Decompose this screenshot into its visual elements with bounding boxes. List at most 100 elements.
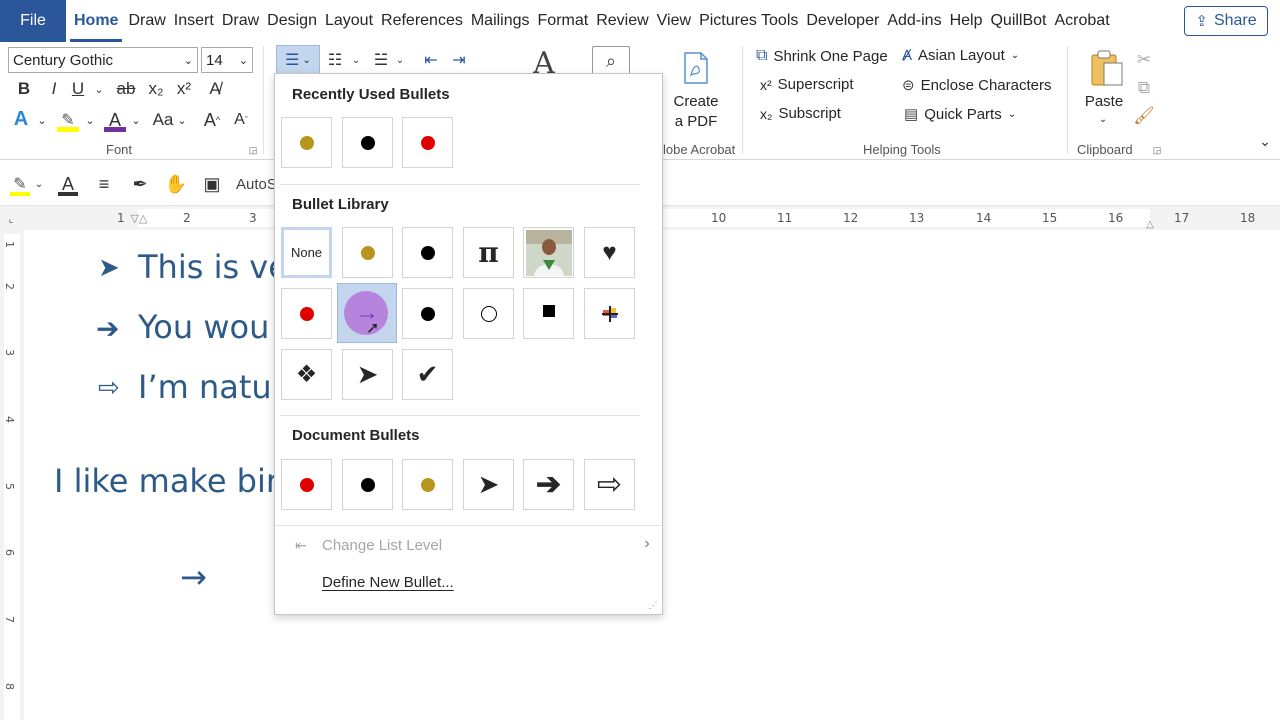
- bullet-gold-dot-option[interactable]: [342, 227, 393, 278]
- tab-design[interactable]: Design: [263, 0, 321, 42]
- bullet-diamonds-option[interactable]: ❖: [281, 349, 332, 400]
- paste-icon[interactable]: [1086, 48, 1126, 88]
- find-button[interactable]: ⌕: [592, 46, 630, 76]
- chevron-down-icon[interactable]: ⌄: [33, 176, 45, 192]
- chevron-down-icon[interactable]: ⌄: [84, 112, 96, 128]
- shrink-one-page-button[interactable]: ⧉ Shrink One Page: [756, 47, 888, 65]
- tab-quillbot[interactable]: QuillBot: [986, 0, 1050, 42]
- document-line-4[interactable]: I like make bir: [54, 462, 279, 500]
- tab-pictures-tools[interactable]: Pictures Tools: [695, 0, 802, 42]
- define-new-bullet-item[interactable]: Define New Bullet...: [322, 574, 454, 591]
- chevron-down-icon[interactable]: ⌄: [350, 52, 362, 68]
- create-pdf-label-2[interactable]: a PDF: [664, 112, 728, 130]
- pen-icon[interactable]: ✒: [128, 172, 152, 196]
- share-button[interactable]: ⇪ Share: [1184, 6, 1268, 36]
- multilevel-list-icon[interactable]: ☱: [370, 49, 392, 71]
- change-list-level-item[interactable]: Change List Level: [322, 537, 442, 554]
- text-effects-icon[interactable]: A: [10, 107, 32, 131]
- bullet-black-dot-option[interactable]: [402, 227, 453, 278]
- copy-icon[interactable]: ⧉: [1134, 78, 1154, 98]
- superscript-button[interactable]: x²: [174, 78, 194, 100]
- tab-help[interactable]: Help: [946, 0, 987, 42]
- doc-bullet-red-dot-option[interactable]: [281, 459, 332, 510]
- change-case-button[interactable]: Aa: [150, 108, 176, 132]
- create-pdf-label-1[interactable]: Create: [664, 92, 728, 110]
- tab-format[interactable]: Format: [534, 0, 593, 42]
- numbering-icon[interactable]: ☷: [324, 49, 346, 71]
- bullet-checkmark-option[interactable]: ✔: [402, 349, 453, 400]
- superscript-tool-button[interactable]: x² Superscript: [760, 76, 854, 93]
- tab-selector-icon[interactable]: ⌞: [4, 212, 18, 226]
- autosum-label[interactable]: AutoS: [236, 172, 277, 196]
- chevron-down-icon[interactable]: ⌄: [92, 80, 106, 98]
- tab-review[interactable]: Review: [592, 0, 652, 42]
- recent-bullet-option[interactable]: [342, 117, 393, 168]
- bullet-arrow-option[interactable]: → ➚: [337, 283, 397, 343]
- font-name-box[interactable]: Century Gothic ⌄: [8, 47, 198, 73]
- recent-bullet-option[interactable]: [402, 117, 453, 168]
- document-line-3[interactable]: I’m natur: [138, 368, 285, 406]
- chevron-down-icon[interactable]: ⌄: [130, 112, 142, 128]
- chevron-down-icon[interactable]: ⌄: [1096, 112, 1110, 126]
- strikethrough-button[interactable]: ab: [114, 78, 138, 100]
- indent-marker-icon[interactable]: ▽△: [131, 206, 148, 230]
- bullets-button[interactable]: ☰ ⌄: [276, 45, 320, 75]
- enclose-characters-button[interactable]: ⊜ Enclose Characters: [902, 76, 1051, 95]
- picture-icon[interactable]: ▣: [200, 172, 224, 196]
- recent-bullet-option[interactable]: [281, 117, 332, 168]
- shrink-font-button[interactable]: Aˇ: [230, 108, 252, 132]
- font-color-button[interactable]: A: [104, 108, 126, 132]
- tab-developer[interactable]: Developer: [802, 0, 883, 42]
- bullet-black-dot-option[interactable]: [402, 288, 453, 339]
- bullet-square-option[interactable]: [523, 288, 574, 339]
- document-line-2[interactable]: You wou: [138, 308, 269, 346]
- dialog-launcher-icon[interactable]: ◲: [1151, 144, 1163, 156]
- doc-bullet-bold-arrow-option[interactable]: ➔: [523, 459, 574, 510]
- cut-icon[interactable]: ✂: [1134, 50, 1154, 70]
- subscript-button[interactable]: x₂: [146, 78, 166, 100]
- document-arrow-line[interactable]: →: [180, 558, 207, 596]
- grow-font-button[interactable]: A ^: [200, 108, 224, 132]
- underline-button[interactable]: U: [68, 78, 88, 100]
- create-pdf-icon[interactable]: [676, 50, 716, 86]
- clear-formatting-icon[interactable]: A̸: [204, 78, 226, 100]
- paste-label[interactable]: Paste: [1082, 92, 1126, 110]
- increase-indent-icon[interactable]: ⇥: [448, 49, 470, 71]
- bold-button[interactable]: B: [14, 78, 34, 100]
- chevron-down-icon[interactable]: ⌄: [176, 112, 188, 128]
- tab-add-ins[interactable]: Add-ins: [883, 0, 945, 42]
- tab-acrobat[interactable]: Acrobat: [1051, 0, 1114, 42]
- subscript-tool-button[interactable]: x₂ Subscript: [760, 105, 841, 122]
- vertical-ruler[interactable]: 1 2 3 4 5 6 7 8: [0, 230, 24, 720]
- doc-bullet-gold-dot-option[interactable]: [402, 459, 453, 510]
- hand-icon[interactable]: ✋: [164, 172, 188, 196]
- bullet-red-dot-option[interactable]: [281, 288, 332, 339]
- doc-bullet-outline-arrow-option[interactable]: ⇨: [584, 459, 635, 510]
- decrease-indent-icon[interactable]: ⇤: [420, 49, 442, 71]
- bullet-pi-option[interactable]: π: [463, 227, 514, 278]
- bullet-arrowhead-option[interactable]: ➤: [342, 349, 393, 400]
- doc-bullet-black-dot-option[interactable]: [342, 459, 393, 510]
- quick-parts-button[interactable]: ▤ Quick Parts ⌄: [904, 105, 1016, 124]
- collapse-ribbon-icon[interactable]: ⌄: [1256, 132, 1274, 150]
- highlight-color-button[interactable]: ✎: [56, 108, 80, 132]
- tab-references[interactable]: References: [377, 0, 467, 42]
- italic-button[interactable]: I: [44, 78, 64, 100]
- bullet-hollow-circle-option[interactable]: [463, 288, 514, 339]
- highlighter-pen-button[interactable]: ✎: [8, 172, 32, 196]
- align-center-icon[interactable]: ≡: [92, 172, 116, 196]
- bullet-none-option[interactable]: None: [281, 227, 332, 278]
- tab-file[interactable]: File: [0, 0, 66, 42]
- format-painter-icon[interactable]: 🖌: [1133, 106, 1155, 126]
- font-size-box[interactable]: 14 ⌄: [201, 47, 253, 73]
- chevron-down-icon[interactable]: ⌄: [394, 52, 406, 68]
- tab-draw[interactable]: Draw: [124, 0, 169, 42]
- bullet-color-cross-option[interactable]: [584, 288, 635, 339]
- resize-grip-icon[interactable]: ⋰: [647, 599, 659, 611]
- bullet-picture-option[interactable]: [523, 227, 574, 278]
- text-color-button[interactable]: A: [56, 172, 80, 196]
- tab-layout[interactable]: Layout: [321, 0, 377, 42]
- dialog-launcher-icon[interactable]: ◲: [247, 144, 259, 156]
- right-indent-marker-icon[interactable]: △: [1144, 218, 1156, 230]
- tab-mailings[interactable]: Mailings: [467, 0, 534, 42]
